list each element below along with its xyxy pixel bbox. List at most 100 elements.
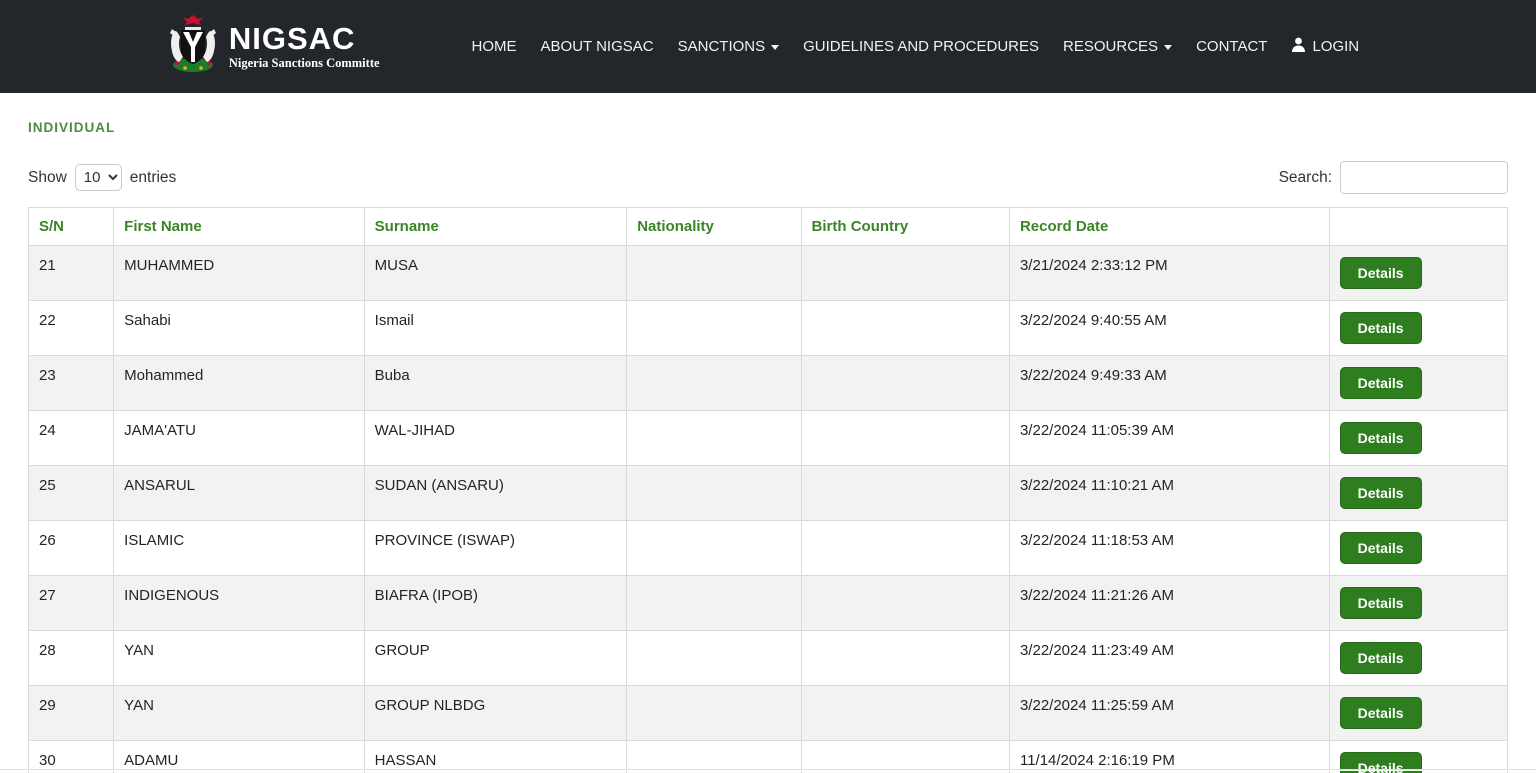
cell-record-date: 3/22/2024 11:10:21 AM xyxy=(1009,466,1329,521)
nav-label: ABOUT NIGSAC xyxy=(541,38,654,55)
brand-title: NIGSAC xyxy=(229,23,380,54)
details-button[interactable]: Details xyxy=(1340,422,1422,454)
cell-sn: 27 xyxy=(29,576,114,631)
col-header-birth-country[interactable]: Birth Country xyxy=(801,208,1009,246)
cell-actions: Details xyxy=(1329,246,1507,301)
cell-first-name: ANSARUL xyxy=(114,466,365,521)
cell-first-name: JAMA'ATU xyxy=(114,411,365,466)
chevron-down-icon xyxy=(771,45,779,50)
cell-surname: WAL-JIHAD xyxy=(364,411,627,466)
cell-record-date: 3/22/2024 11:18:53 AM xyxy=(1009,521,1329,576)
cell-surname: Buba xyxy=(364,356,627,411)
cell-actions: Details xyxy=(1329,521,1507,576)
details-button[interactable]: Details xyxy=(1340,367,1422,399)
cell-first-name: MUHAMMED xyxy=(114,246,365,301)
cell-first-name: YAN xyxy=(114,631,365,686)
col-header-nationality[interactable]: Nationality xyxy=(627,208,801,246)
table-controls: Show 10 entries Search: xyxy=(28,161,1508,194)
cell-nationality xyxy=(627,411,801,466)
cell-sn: 29 xyxy=(29,686,114,741)
cell-birth-country xyxy=(801,631,1009,686)
cell-birth-country xyxy=(801,301,1009,356)
table-row: 24 JAMA'ATU WAL-JIHAD 3/22/2024 11:05:39… xyxy=(29,411,1508,466)
nav-item-login[interactable]: LOGIN xyxy=(1279,29,1371,65)
cell-actions: Details xyxy=(1329,356,1507,411)
cell-record-date: 3/22/2024 11:05:39 AM xyxy=(1009,411,1329,466)
table-row: 27 INDIGENOUS BIAFRA (IPOB) 3/22/2024 11… xyxy=(29,576,1508,631)
cell-surname: MUSA xyxy=(364,246,627,301)
cell-surname: GROUP xyxy=(364,631,627,686)
nav-item-contact[interactable]: CONTACT xyxy=(1184,30,1279,63)
cell-sn: 22 xyxy=(29,301,114,356)
cell-nationality xyxy=(627,246,801,301)
cell-record-date: 3/22/2024 11:25:59 AM xyxy=(1009,686,1329,741)
table-header-row: S/N First Name Surname Nationality Birth… xyxy=(29,208,1508,246)
details-button[interactable]: Details xyxy=(1340,312,1422,344)
table-row: 28 YAN GROUP 3/22/2024 11:23:49 AM Detai… xyxy=(29,631,1508,686)
details-button[interactable]: Details xyxy=(1340,532,1422,564)
nigsac-logo[interactable]: NIGSAC Nigeria Sanctions Committe xyxy=(165,13,380,80)
cell-nationality xyxy=(627,631,801,686)
cell-sn: 24 xyxy=(29,411,114,466)
table-body: 21 MUHAMMED MUSA 3/21/2024 2:33:12 PM De… xyxy=(29,246,1508,773)
details-button[interactable]: Details xyxy=(1340,477,1422,509)
details-button[interactable]: Details xyxy=(1340,257,1422,289)
nav-label: RESOURCES xyxy=(1063,38,1158,55)
cell-first-name: ISLAMIC xyxy=(114,521,365,576)
table-row: 25 ANSARUL SUDAN (ANSARU) 3/22/2024 11:1… xyxy=(29,466,1508,521)
col-header-surname[interactable]: Surname xyxy=(364,208,627,246)
cell-surname: PROVINCE (ISWAP) xyxy=(364,521,627,576)
brand-text: NIGSAC Nigeria Sanctions Committe xyxy=(229,23,380,70)
main-nav: HOME ABOUT NIGSAC SANCTIONS GUIDELINES A… xyxy=(460,29,1372,65)
cell-surname: Ismail xyxy=(364,301,627,356)
col-header-first-name[interactable]: First Name xyxy=(114,208,365,246)
cell-actions: Details xyxy=(1329,686,1507,741)
cell-nationality xyxy=(627,686,801,741)
nav-label: HOME xyxy=(472,38,517,55)
nav-item-resources[interactable]: RESOURCES xyxy=(1051,30,1184,63)
main-content: INDIVIDUAL Show 10 entries Search: S/N F… xyxy=(0,93,1536,773)
cell-birth-country xyxy=(801,521,1009,576)
table-row: 21 MUHAMMED MUSA 3/21/2024 2:33:12 PM De… xyxy=(29,246,1508,301)
cell-record-date: 3/22/2024 9:40:55 AM xyxy=(1009,301,1329,356)
nav-label: SANCTIONS xyxy=(678,38,766,55)
nav-item-sanctions[interactable]: SANCTIONS xyxy=(666,30,792,63)
cell-actions: Details xyxy=(1329,411,1507,466)
details-button[interactable]: Details xyxy=(1340,587,1422,619)
cell-sn: 28 xyxy=(29,631,114,686)
entries-label: entries xyxy=(130,169,177,187)
search-input[interactable] xyxy=(1340,161,1508,194)
brand-subtitle: Nigeria Sanctions Committe xyxy=(229,57,380,70)
nav-item-guidelines[interactable]: GUIDELINES AND PROCEDURES xyxy=(791,30,1051,63)
footer-divider xyxy=(0,769,1536,771)
coat-of-arms-icon xyxy=(165,13,221,80)
cell-actions: Details xyxy=(1329,466,1507,521)
cell-sn: 21 xyxy=(29,246,114,301)
cell-nationality xyxy=(627,576,801,631)
cell-birth-country xyxy=(801,576,1009,631)
nav-label: LOGIN xyxy=(1312,38,1359,55)
chevron-down-icon xyxy=(1164,45,1172,50)
col-header-record-date[interactable]: Record Date xyxy=(1009,208,1329,246)
page-size-control: Show 10 entries xyxy=(28,164,176,191)
page-size-select[interactable]: 10 xyxy=(75,164,122,191)
individuals-table: S/N First Name Surname Nationality Birth… xyxy=(28,207,1508,773)
cell-surname: SUDAN (ANSARU) xyxy=(364,466,627,521)
cell-first-name: Mohammed xyxy=(114,356,365,411)
cell-nationality xyxy=(627,356,801,411)
col-header-actions xyxy=(1329,208,1507,246)
cell-nationality xyxy=(627,301,801,356)
cell-surname: GROUP NLBDG xyxy=(364,686,627,741)
navbar-inner: NIGSAC Nigeria Sanctions Committe HOME A… xyxy=(165,13,1371,80)
cell-actions: Details xyxy=(1329,301,1507,356)
nav-item-about[interactable]: ABOUT NIGSAC xyxy=(529,30,666,63)
details-button[interactable]: Details xyxy=(1340,642,1422,674)
col-header-sn[interactable]: S/N xyxy=(29,208,114,246)
cell-sn: 25 xyxy=(29,466,114,521)
nav-menu: HOME ABOUT NIGSAC SANCTIONS GUIDELINES A… xyxy=(460,29,1372,65)
table-row: 22 Sahabi Ismail 3/22/2024 9:40:55 AM De… xyxy=(29,301,1508,356)
details-button[interactable]: Details xyxy=(1340,697,1422,729)
nav-item-home[interactable]: HOME xyxy=(460,30,529,63)
search-control: Search: xyxy=(1279,161,1508,194)
cell-birth-country xyxy=(801,411,1009,466)
